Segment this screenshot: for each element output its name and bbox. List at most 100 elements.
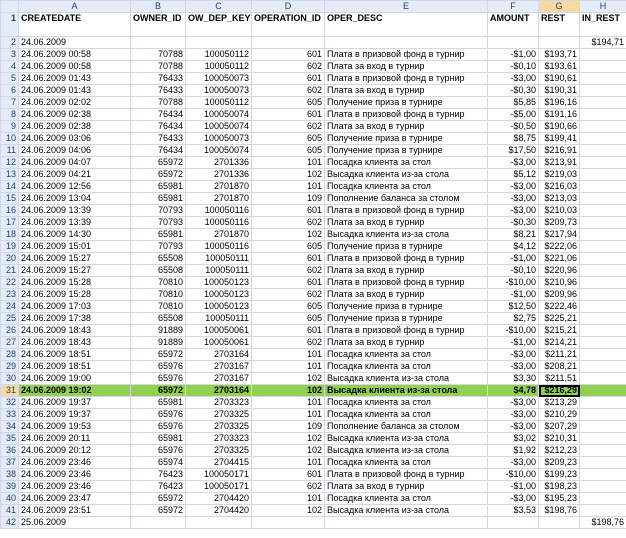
cell-d[interactable]: 109 [251,420,325,433]
cell-g[interactable]: $222,46 [538,300,580,313]
select-all-corner[interactable] [0,0,19,13]
cell-b[interactable]: 70793 [130,240,186,253]
cell-g[interactable]: $198,23 [538,480,580,493]
cell-c[interactable]: 100050116 [185,204,252,217]
cell-e[interactable]: Высадка клиента из-за стола [324,168,488,181]
cell-e[interactable]: Получение приза в турнире [324,300,488,313]
cell-g[interactable]: $213,03 [538,192,580,205]
cell-a[interactable]: 24.06.2009 15:27 [18,264,131,277]
cell-c[interactable]: 100050111 [185,312,252,325]
cell-f[interactable]: -$10,00 [487,468,539,481]
cell-b[interactable]: 76433 [130,84,186,97]
cell-d[interactable]: 601 [251,48,325,61]
cell-a[interactable]: 24.06.2009 14:30 [18,228,131,241]
cell-g[interactable]: $199,23 [538,468,580,481]
cell-b[interactable]: 65508 [130,312,186,325]
cell-c[interactable]: 2703323 [185,432,252,445]
cell-f[interactable]: -$3,00 [487,360,539,373]
cell-f[interactable]: $12,50 [487,300,539,313]
cell-h[interactable] [579,312,626,325]
cell-h[interactable] [579,84,626,97]
cell-g[interactable]: $216,29 [538,384,580,397]
cell-f[interactable]: -$10,00 [487,276,539,289]
cell-g[interactable]: $213,91 [538,156,580,169]
cell-b[interactable]: 76434 [130,108,186,121]
cell-c[interactable]: 100050171 [185,480,252,493]
row-header[interactable]: 2 [0,36,19,49]
cell-f[interactable] [487,516,539,529]
cell-h[interactable] [579,132,626,145]
cell-h[interactable] [579,444,626,457]
column-header-h[interactable]: H [579,0,626,13]
header-cell-owner-id[interactable]: OWNER_ID [130,12,186,37]
cell-g[interactable]: $190,61 [538,72,580,85]
cell-e[interactable]: Пополнение баланса за столом [324,192,488,205]
cell-h[interactable] [579,324,626,337]
row-header[interactable]: 14 [0,180,19,193]
cell-h[interactable] [579,192,626,205]
cell-g[interactable]: $191,16 [538,108,580,121]
cell-b[interactable]: 65972 [130,168,186,181]
cell-e[interactable]: Посадка клиента за стол [324,456,488,469]
cell-c[interactable]: 2704420 [185,492,252,505]
cell-e[interactable]: Высадка клиента из-за стола [324,372,488,385]
cell-g[interactable]: $190,31 [538,84,580,97]
cell-e[interactable]: Плата за вход в турнир [324,480,488,493]
cell-d[interactable]: 101 [251,360,325,373]
cell-a[interactable]: 24.06.2009 12:56 [18,180,131,193]
cell-a[interactable]: 24.06.2009 15:01 [18,240,131,253]
cell-g[interactable] [538,516,580,529]
cell-f[interactable]: -$3,00 [487,396,539,409]
cell-e[interactable]: Плата в призовой фонд в турнир [324,276,488,289]
cell-e[interactable]: Плата в призовой фонд в турнир [324,48,488,61]
cell-d[interactable]: 102 [251,168,325,181]
cell-c[interactable]: 2701870 [185,228,252,241]
cell-h[interactable] [579,480,626,493]
cell-c[interactable]: 100050074 [185,108,252,121]
column-header-b[interactable]: B [130,0,186,13]
cell-b[interactable]: 65981 [130,432,186,445]
cell-c[interactable]: 2703164 [185,384,252,397]
cell-h[interactable] [579,240,626,253]
cell-d[interactable]: 605 [251,96,325,109]
cell-f[interactable]: -$0,50 [487,120,539,133]
cell-h[interactable] [579,252,626,265]
cell-g[interactable]: $210,03 [538,204,580,217]
cell-c[interactable]: 2703325 [185,420,252,433]
cell-b[interactable]: 70793 [130,216,186,229]
cell-a[interactable]: 24.06.2009 19:02 [18,384,131,397]
cell-e[interactable] [324,516,488,529]
cell-c[interactable]: 100050073 [185,132,252,145]
cell-a[interactable]: 25.06.2009 [18,516,131,529]
cell-g[interactable]: $225,21 [538,312,580,325]
cell-a[interactable]: 24.06.2009 20:12 [18,444,131,457]
cell-c[interactable]: 2704420 [185,504,252,517]
cell-e[interactable]: Плата за вход в турнир [324,216,488,229]
cell-a[interactable]: 24.06.2009 23:46 [18,456,131,469]
cell-e[interactable]: Получение приза в турнире [324,144,488,157]
cell-a[interactable]: 24.06.2009 17:03 [18,300,131,313]
cell-b[interactable]: 70810 [130,276,186,289]
cell-c[interactable]: 100050116 [185,240,252,253]
row-header[interactable]: 22 [0,276,19,289]
cell-g[interactable]: $210,96 [538,276,580,289]
cell-c[interactable]: 2701336 [185,156,252,169]
cell-d[interactable]: 109 [251,192,325,205]
cell-g[interactable]: $210,31 [538,432,580,445]
cell-d[interactable]: 605 [251,144,325,157]
cell-b[interactable]: 70793 [130,204,186,217]
cell-d[interactable]: 101 [251,180,325,193]
column-header-g[interactable]: G [538,0,580,13]
cell-c[interactable] [185,516,252,529]
cell-f[interactable]: -$1,00 [487,48,539,61]
cell-b[interactable]: 65976 [130,372,186,385]
cell-a[interactable]: 24.06.2009 19:53 [18,420,131,433]
cell-c[interactable]: 2703325 [185,408,252,421]
cell-c[interactable]: 2701870 [185,192,252,205]
cell-e[interactable]: Плата в призовой фонд в турнир [324,252,488,265]
cell-a[interactable]: 24.06.2009 23:46 [18,480,131,493]
cell-e[interactable] [324,36,488,49]
cell-d[interactable]: 602 [251,120,325,133]
cell-d[interactable]: 102 [251,384,325,397]
cell-b[interactable]: 65976 [130,444,186,457]
